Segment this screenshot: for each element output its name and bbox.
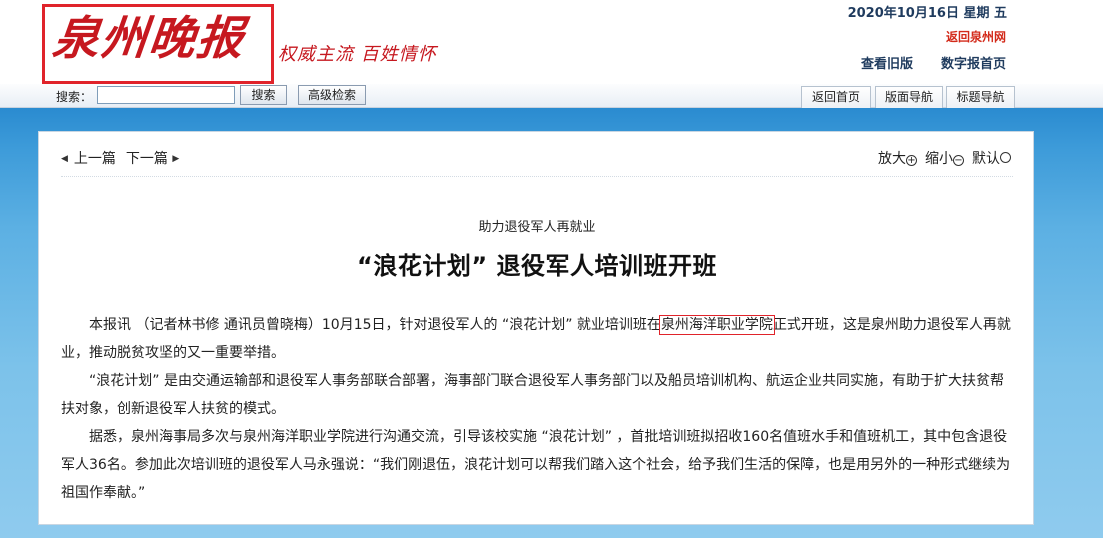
masthead: 泉州晚报 权威主流 百姓情怀 2020年10月16日 星期 五 返回泉州网 查看… (0, 0, 1103, 84)
article-body: 本报讯 （记者林书修 通讯员曾晓梅）10月15日，针对退役军人的 “浪花计划” … (61, 311, 1013, 507)
paragraph: “浪花计划” 是由交通运输部和退役军人事务部联合部署，海事部门联合退役军人事务部… (61, 373, 1004, 417)
old-version-link[interactable]: 查看旧版 (861, 53, 913, 72)
zoom-in-link[interactable]: 放大 (878, 151, 906, 167)
article-title: “浪花计划” 退役军人培训班开班 (357, 252, 717, 280)
plus-circle-icon[interactable]: + (906, 155, 917, 166)
next-article-link[interactable]: 下一篇 (126, 151, 168, 167)
newspaper-logo[interactable]: 泉州晚报 (42, 4, 274, 84)
minus-circle-icon[interactable]: − (953, 155, 964, 166)
paragraph: 据悉，泉州海事局多次与泉州海洋职业学院进行沟通交流，引导该校实施 “浪花计划” … (61, 429, 1011, 501)
article-kicker: 助力退役军人再就业 (478, 220, 596, 235)
issue-date: 2020年10月16日 星期 五 (847, 6, 1007, 21)
article-panel: ◀ 上一篇 下一篇 ▶ 放大+ 缩小− 默认 助力退役军人再就业 “浪花计划” 退役军人… (38, 131, 1034, 525)
divider (61, 176, 1013, 177)
search-label: 搜索： (56, 90, 93, 104)
digital-paper-home-link[interactable]: 数字报首页 (941, 53, 1006, 72)
logo-text: 泉州晚报 (50, 11, 248, 65)
paragraph: 本报讯 （记者林书修 通讯员曾晓梅）10月15日，针对退役军人的 “浪花计划” … (61, 311, 1013, 367)
zoom-out-link[interactable]: 缩小 (925, 151, 953, 167)
prev-article-link[interactable]: 上一篇 (74, 151, 116, 167)
circle-icon[interactable] (1000, 152, 1011, 163)
tab-back-home[interactable]: 返回首页 (801, 86, 871, 108)
tab-layout-nav[interactable]: 版面导航 (875, 86, 943, 108)
triangle-right-icon: ▶ (172, 154, 180, 164)
slogan: 权威主流 百姓情怀 (278, 44, 437, 65)
triangle-left-icon: ◀ (61, 154, 68, 164)
reset-size-link[interactable]: 默认 (972, 151, 1000, 167)
article-pager: ◀ 上一篇 下一篇 ▶ (61, 148, 179, 168)
highlighted-text: 泉州海洋职业学院 (658, 315, 775, 335)
font-size-controls: 放大+ 缩小− 默认 (878, 148, 1011, 168)
search-button[interactable]: 搜索 (240, 85, 287, 105)
back-to-site-link[interactable]: 返回泉州网 (946, 28, 1006, 45)
search-input[interactable] (97, 86, 235, 104)
paragraph-text: 本报讯 （记者林书修 通讯员曾晓梅）10月15日，针对退役军人的 “浪花计划” … (89, 317, 661, 333)
advanced-search-button[interactable]: 高级检索 (298, 85, 366, 105)
tab-title-nav[interactable]: 标题导航 (946, 86, 1015, 108)
